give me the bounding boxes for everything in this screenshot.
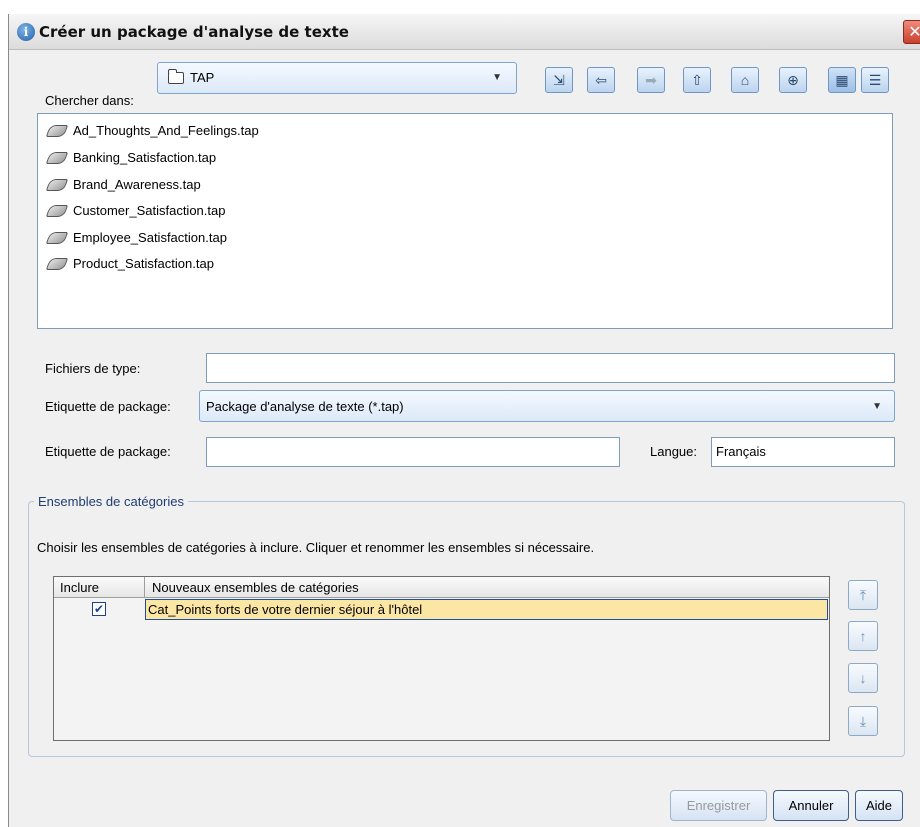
package-label-label: Etiquette de package:: [45, 444, 171, 459]
package-label-field[interactable]: [206, 437, 620, 467]
include-checkbox[interactable]: ✔: [92, 602, 106, 616]
list-view-button[interactable]: ▦: [828, 67, 856, 93]
category-sets-description: Choisir les ensembles de catégories à in…: [37, 540, 595, 555]
language-field[interactable]: Français: [711, 437, 895, 467]
package-type-value: Package d'analyse de texte (*.tap): [206, 399, 404, 414]
new-folder-icon: ⊕: [787, 72, 799, 88]
move-top-button[interactable]: ⤒: [848, 580, 878, 610]
tap-file-icon: [45, 179, 69, 191]
move-down-button[interactable]: ↓: [848, 663, 878, 693]
category-set-name-cell[interactable]: Cat_Points forts de votre dernier séjour…: [145, 599, 828, 620]
file-type-label: Fichiers de type:: [45, 361, 141, 376]
column-divider: [144, 577, 145, 598]
up-folder-icon: ⇧: [691, 72, 703, 88]
details-view-button[interactable]: ☰: [861, 67, 889, 93]
help-button[interactable]: Aide: [855, 790, 903, 821]
name-column-header[interactable]: Nouveaux ensembles de catégories: [152, 580, 359, 595]
table-row[interactable]: ✔ Cat_Points forts de votre dernier séjo…: [54, 599, 829, 620]
move-top-icon: ⤒: [859, 587, 867, 603]
back-icon: ⇦: [595, 72, 607, 88]
look-in-label: Chercher dans:: [45, 93, 134, 108]
move-bottom-icon: ⤓: [859, 713, 867, 729]
look-in-value: TAP: [190, 70, 215, 85]
arrow-down-icon: ↓: [859, 670, 867, 686]
look-in-combo[interactable]: TAP ▼: [157, 62, 517, 94]
forward-icon: ➡: [645, 72, 657, 88]
include-column-header[interactable]: Inclure: [60, 580, 99, 595]
language-value: Français: [716, 444, 766, 459]
language-label: Langue:: [650, 444, 697, 459]
file-type-field[interactable]: [206, 353, 895, 383]
info-icon: i: [17, 23, 35, 41]
chevron-down-icon: ▼: [872, 401, 882, 412]
arrow-up-icon: ↑: [859, 628, 867, 644]
folder-icon: [168, 69, 184, 84]
tap-file-icon: [45, 205, 69, 217]
file-list[interactable]: Ad_Thoughts_And_Feelings.tap Banking_Sat…: [37, 113, 893, 329]
home-icon: ⌂: [740, 72, 750, 88]
cancel-button[interactable]: Annuler: [773, 790, 849, 821]
details-view-icon: ☰: [868, 72, 882, 88]
save-button[interactable]: Enregistrer: [670, 790, 767, 821]
table-header: Inclure Nouveaux ensembles de catégories: [54, 577, 829, 598]
package-type-combo[interactable]: Package d'analyse de texte (*.tap) ▼: [199, 390, 895, 422]
tap-file-icon: [45, 152, 69, 164]
category-sets-legend: Ensembles de catégories: [38, 494, 184, 509]
move-up-button[interactable]: ↑: [848, 621, 878, 651]
find-folder-icon: ⇲: [553, 72, 565, 88]
home-button[interactable]: ⌂: [731, 67, 759, 93]
tap-file-icon: [45, 232, 69, 244]
move-bottom-button[interactable]: ⤓: [848, 706, 878, 736]
category-sets-table[interactable]: Inclure Nouveaux ensembles de catégories…: [53, 576, 830, 741]
forward-button[interactable]: ➡: [637, 67, 665, 93]
new-folder-button[interactable]: ⊕: [779, 67, 807, 93]
back-button[interactable]: ⇦: [587, 67, 615, 93]
find-folder-button[interactable]: ⇲: [545, 67, 573, 93]
chevron-down-icon: ▼: [492, 72, 502, 83]
package-type-label: Etiquette de package:: [45, 399, 171, 414]
tap-file-icon: [45, 125, 69, 137]
title-bar: i Créer un package d'analyse de texte ✕: [9, 14, 920, 50]
up-folder-button[interactable]: ⇧: [683, 67, 711, 93]
tap-file-icon: [45, 258, 69, 270]
list-view-icon: ▦: [835, 72, 849, 88]
close-button[interactable]: ✕: [903, 20, 920, 44]
category-set-name: Cat_Points forts de votre dernier séjour…: [148, 602, 423, 617]
dialog-title: Créer un package d'analyse de texte: [39, 23, 349, 41]
